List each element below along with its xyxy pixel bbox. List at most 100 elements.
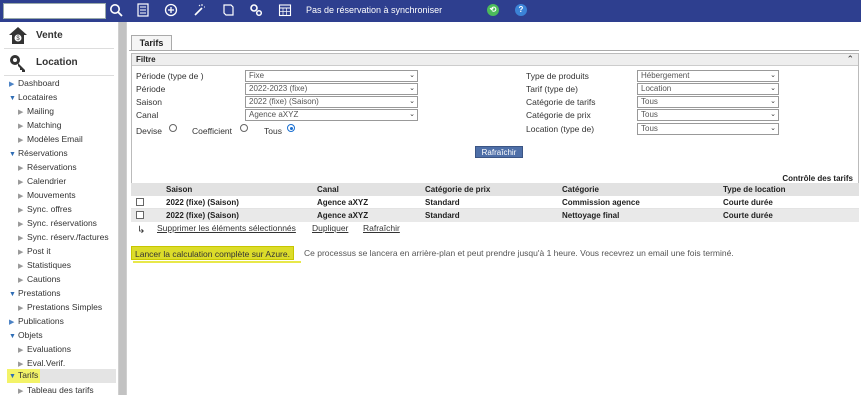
- add-icon[interactable]: [163, 3, 179, 19]
- delete-selected-link[interactable]: Supprimer les éléments sélectionnés: [157, 223, 296, 233]
- filter-header[interactable]: Filtre ⌃: [132, 54, 858, 66]
- collapse-icon[interactable]: ⌃: [846, 54, 854, 65]
- sidebar-item-prestations-simples[interactable]: ▶ Prestations Simples: [18, 302, 102, 315]
- sidebar-item-matching[interactable]: ▶ Matching: [18, 120, 62, 133]
- chevron-down-icon: ⌄: [770, 125, 776, 132]
- row-checkbox[interactable]: [136, 198, 144, 206]
- sidebar-item-statistiques[interactable]: ▶ Statistiques: [18, 260, 71, 273]
- sidebar-item-label: Sync. réserv./factures: [27, 232, 109, 242]
- sidebar-item-prestations[interactable]: ▼ Prestations: [9, 288, 61, 301]
- table-cell: 2022 (fixe) (Saison): [166, 198, 239, 207]
- filter-label: Catégorie de prix: [526, 110, 591, 120]
- row-checkbox[interactable]: [136, 211, 144, 219]
- module-location[interactable]: Location: [0, 51, 118, 74]
- sidebar-item-label: Modèles Email: [27, 134, 83, 144]
- sync-icon[interactable]: ⟲: [487, 4, 499, 16]
- sidebar-item-publications[interactable]: ▶ Publications: [9, 316, 64, 329]
- sidebar-item-locataires[interactable]: ▼ Locataires: [9, 92, 57, 105]
- sidebar-item-label: Dashboard: [18, 78, 60, 88]
- calendar-icon[interactable]: [277, 3, 293, 19]
- radio-devise[interactable]: [169, 124, 177, 132]
- azure-calculation-button[interactable]: Lancer la calculation complète sur Azure…: [131, 246, 294, 260]
- tab-tarifs[interactable]: Tarifs: [131, 35, 172, 50]
- chevron-right-icon: ▶: [18, 179, 24, 186]
- sidebar-item-modeles-email[interactable]: ▶ Modèles Email: [18, 134, 83, 147]
- chevron-right-icon: ▶: [18, 388, 24, 395]
- column-header[interactable]: Type de location: [723, 185, 786, 194]
- chevron-down-icon: ▼: [9, 333, 16, 340]
- refresh-button[interactable]: Rafraîchir: [475, 146, 523, 158]
- sidebar-scrollbar[interactable]: [118, 22, 127, 395]
- select-periode-type[interactable]: Fixe ⌄: [245, 70, 418, 82]
- module-label: Location: [36, 57, 78, 68]
- sidebar-item-objets[interactable]: ▼ Objets: [9, 330, 43, 343]
- sidebar-item-sync-reservations[interactable]: ▶ Sync. réservations: [18, 218, 97, 231]
- sidebar-item-label: Statistiques: [27, 260, 71, 270]
- module-vente[interactable]: $ Vente: [0, 24, 118, 47]
- table-cell: Standard: [425, 198, 460, 207]
- sidebar-item-dashboard[interactable]: ▶ Dashboard: [9, 78, 60, 91]
- chevron-right-icon: ▶: [18, 361, 24, 368]
- chevron-right-icon: ▶: [18, 249, 24, 256]
- select-value: Tous: [641, 97, 658, 106]
- table-row: 2022 (fixe) (Saison) Agence aXYZ Standar…: [131, 196, 859, 209]
- select-categorie-tarifs[interactable]: Tous ⌄: [637, 96, 779, 108]
- sidebar-item-label: Evaluations: [27, 344, 71, 354]
- sidebar-item-label: Cautions: [27, 274, 61, 284]
- search-input[interactable]: [3, 3, 106, 19]
- corner-arrow-icon: ↳: [137, 225, 146, 236]
- select-canal[interactable]: Agence aXYZ ⌄: [245, 109, 418, 121]
- sidebar-item-reservations[interactable]: ▼ Réservations: [9, 148, 68, 161]
- sidebar-item-sync-reserv-factures[interactable]: ▶ Sync. réserv./factures: [18, 232, 109, 245]
- sidebar-item-label: Objets: [18, 330, 43, 340]
- highlight-marker: [133, 261, 301, 263]
- sidebar-item-label: Prestations: [18, 288, 61, 298]
- sidebar-item-sync-offres[interactable]: ▶ Sync. offres: [18, 204, 72, 217]
- sidebar-item-cautions[interactable]: ▶ Cautions: [18, 274, 61, 287]
- sidebar-item-tarifs[interactable]: ▼ Tarifs: [7, 369, 116, 383]
- filter-title: Filtre: [136, 55, 156, 64]
- scrollbar-thumb[interactable]: [119, 22, 126, 395]
- magic-wand-icon[interactable]: [191, 3, 207, 19]
- sidebar-item-calendrier[interactable]: ▶ Calendrier: [18, 176, 66, 189]
- sidebar-item-label: Réservations: [27, 162, 77, 172]
- chevron-right-icon: ▶: [18, 123, 24, 130]
- gears-icon[interactable]: [248, 3, 264, 19]
- select-location-type[interactable]: Tous ⌄: [637, 123, 779, 135]
- sidebar-item-post-it[interactable]: ▶ Post it: [18, 246, 51, 259]
- select-type-produits[interactable]: Hébergement ⌄: [637, 70, 779, 82]
- column-header[interactable]: Catégorie de prix: [425, 185, 490, 194]
- radio-tous[interactable]: [287, 124, 295, 132]
- filter-label: Catégorie de tarifs: [526, 97, 596, 107]
- select-value: Fixe: [249, 71, 265, 80]
- table-header: Saison Canal Catégorie de prix Catégorie…: [131, 183, 859, 196]
- select-periode[interactable]: 2022-2023 (fixe) ⌄: [245, 83, 418, 95]
- column-header[interactable]: Catégorie: [562, 185, 599, 194]
- sidebar-item-reservations-sub[interactable]: ▶ Réservations: [18, 162, 77, 175]
- list-icon[interactable]: [135, 3, 151, 19]
- refresh-link[interactable]: Rafraîchir: [363, 223, 400, 233]
- search-icon[interactable]: [108, 3, 124, 19]
- select-value: Location: [641, 84, 672, 93]
- help-icon[interactable]: ?: [515, 4, 527, 16]
- sidebar-item-evaluations[interactable]: ▶ Evaluations: [18, 344, 71, 357]
- chevron-right-icon: ▶: [18, 221, 24, 228]
- radio-coefficient[interactable]: [240, 124, 248, 132]
- sidebar-item-tableau-des-tarifs[interactable]: ▶ Tableau des tarifs: [18, 385, 94, 395]
- filter-label: Période: [136, 84, 166, 94]
- duplicate-link[interactable]: Dupliquer: [312, 223, 348, 233]
- filter-label: Période (type de ): [136, 71, 204, 81]
- radio-label-tous: Tous: [264, 126, 282, 136]
- sidebar-item-mailing[interactable]: ▶ Mailing: [18, 106, 54, 119]
- select-tarif-type[interactable]: Location ⌄: [637, 83, 779, 95]
- sidebar-item-mouvements[interactable]: ▶ Mouvements: [18, 190, 76, 203]
- select-saison[interactable]: 2022 (fixe) (Saison) ⌄: [245, 96, 418, 108]
- book-icon[interactable]: [220, 3, 236, 19]
- column-header[interactable]: Canal: [317, 185, 339, 194]
- select-categorie-prix[interactable]: Tous ⌄: [637, 109, 779, 121]
- chevron-right-icon: ▶: [18, 347, 24, 354]
- column-header[interactable]: Saison: [166, 185, 192, 194]
- sync-status: Pas de réservation à synchroniser: [306, 5, 443, 15]
- table-cell: Standard: [425, 211, 460, 220]
- table-cell: Commission agence: [562, 198, 640, 207]
